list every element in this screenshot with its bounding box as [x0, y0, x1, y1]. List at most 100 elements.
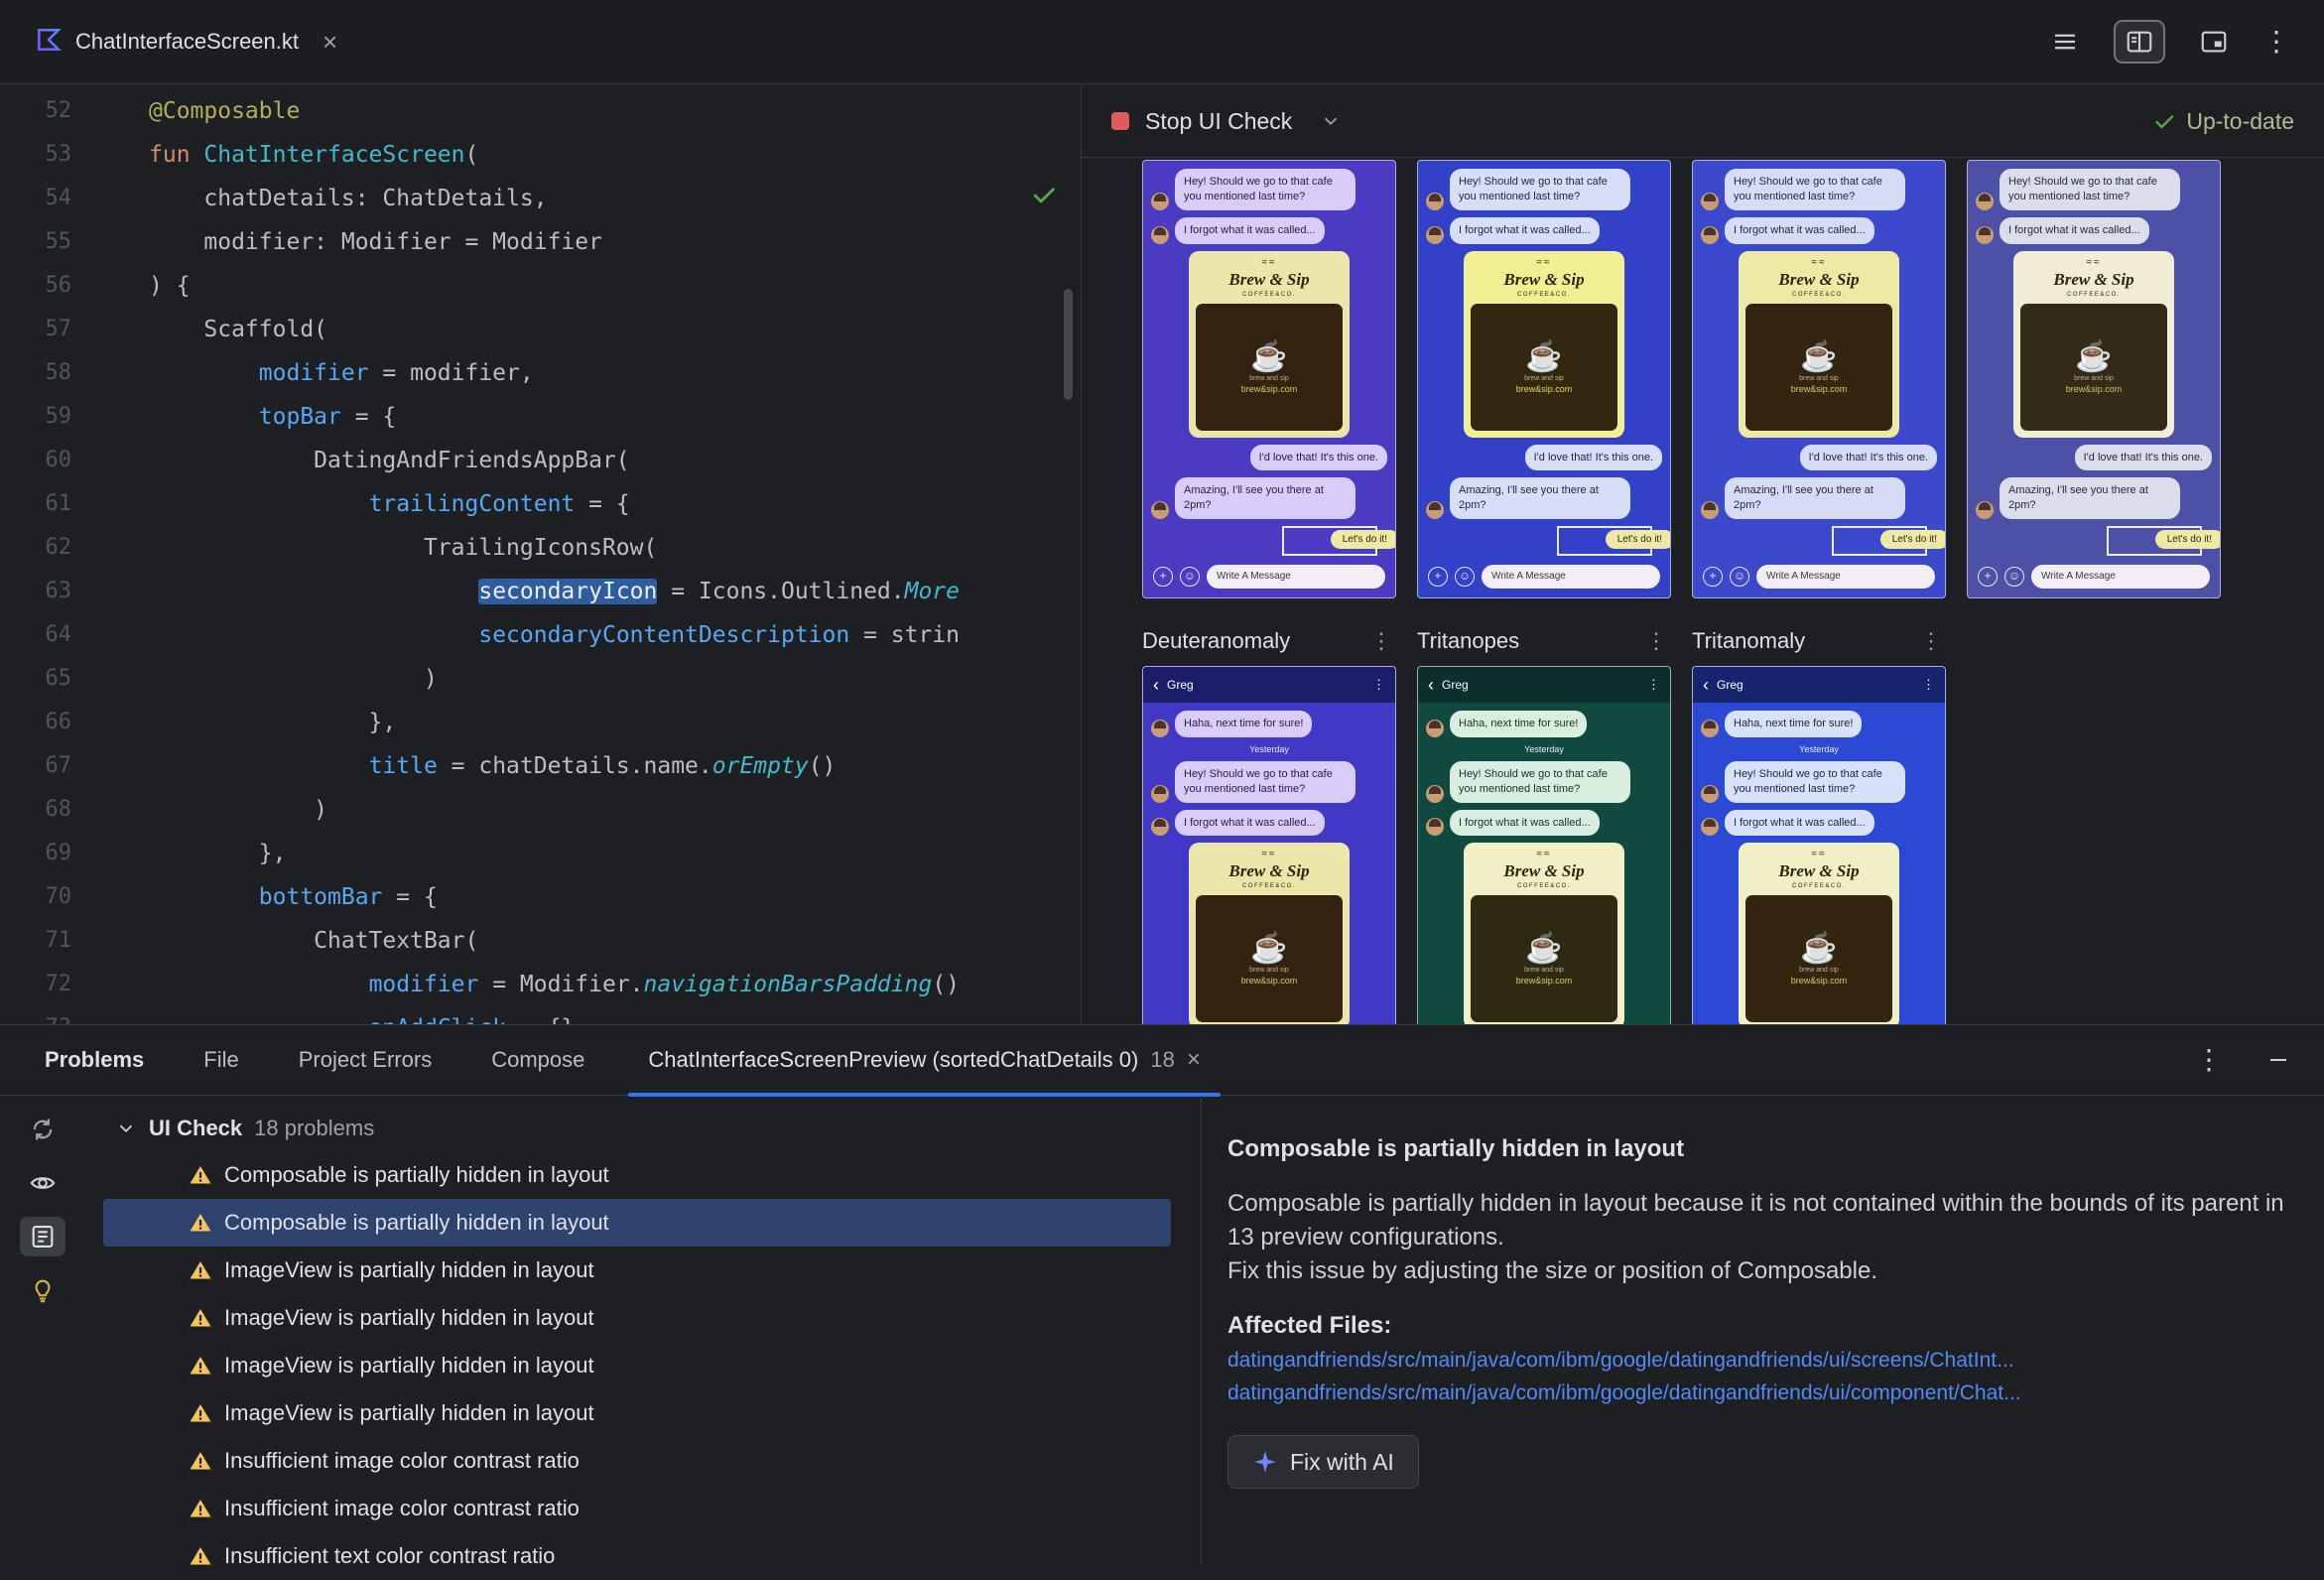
chat-message: I forgot what it was called...	[1701, 216, 1937, 244]
variant-menu-icon[interactable]: ⋮	[1370, 628, 1396, 654]
code-line[interactable]: topBar = {	[149, 395, 1075, 439]
chat-message: Hey! Should we go to that cafe you menti…	[1976, 169, 2212, 210]
message-input-field: Write A Message	[1207, 565, 1385, 590]
code-line[interactable]: Scaffold(	[149, 308, 1075, 351]
tab-close-icon[interactable]: ×	[1187, 1046, 1201, 1074]
stop-ui-check-button[interactable]: Stop UI Check	[1145, 108, 1292, 135]
preview-variant-name: Deuteranomaly	[1142, 628, 1291, 653]
card-caption: brew and sip	[1799, 374, 1839, 382]
tab-file[interactable]: File	[203, 1025, 238, 1095]
avatar	[1426, 501, 1444, 520]
problems-panel-title[interactable]: Problems	[45, 1047, 144, 1073]
code-line[interactable]: DatingAndFriendsAppBar(	[149, 439, 1075, 482]
code-line[interactable]: @Composable	[149, 89, 1075, 133]
quick-reply-chip: Let's do it!	[1605, 530, 1670, 550]
quick-reply-chip: Let's do it!	[1879, 530, 1945, 550]
code-editor[interactable]: 52 53 54 55 56 57 58 59 60 61 62 63 64 65 66 67 68 69 70 71…	[0, 85, 1081, 1024]
steam-decoration: ≈≈	[1261, 256, 1277, 268]
problem-item[interactable]: Composable is partially hidden in layout	[103, 1199, 1171, 1247]
problem-item[interactable]: ImageView is partially hidden in layout	[103, 1294, 1171, 1342]
preview-phone[interactable]: ‹ Greg ⋮ Haha, next time for sure! Yeste…	[1142, 666, 1396, 1024]
message-bubble: I forgot what it was called...	[1450, 216, 1600, 244]
problems-group-header[interactable]: UI Check 18 problems	[103, 1106, 1171, 1151]
card-brand: Brew & Sip	[1778, 269, 1860, 289]
code-line[interactable]: title = chatDetails.name.orEmpty()	[149, 744, 1075, 788]
tab-compose[interactable]: Compose	[491, 1025, 584, 1095]
problem-item[interactable]: ImageView is partially hidden in layout	[103, 1389, 1171, 1437]
message-input-bar: + ☺ Write A Message	[1976, 563, 2212, 591]
chat-message: Haha, next time for sure!	[1701, 711, 1937, 737]
warning-icon	[190, 1547, 211, 1565]
problem-item[interactable]: ImageView is partially hidden in layout	[103, 1247, 1171, 1294]
preview-grid[interactable]: Hey! Should we go to that cafe you menti…	[1082, 158, 2324, 1024]
preview-phone[interactable]: Hey! Should we go to that cafe you menti…	[1142, 160, 1396, 598]
preview-phone[interactable]: Hey! Should we go to that cafe you menti…	[1692, 160, 1946, 598]
minimize-icon[interactable]	[2266, 1048, 2290, 1072]
problem-item[interactable]: Insufficient text color contrast ratio	[103, 1532, 1171, 1580]
report-view-icon[interactable]	[19, 1217, 65, 1256]
preview-eye-icon[interactable]	[20, 1163, 65, 1203]
link-preview-card: ≈≈ Brew & Sip COFFEE&CO. ☕ brew and sip …	[1189, 843, 1350, 1024]
preview-phone[interactable]: ‹ Greg ⋮ Haha, next time for sure! Yeste…	[1417, 666, 1671, 1024]
code-line[interactable]: ) {	[149, 264, 1075, 308]
preview-phone[interactable]: ‹ Greg ⋮ Haha, next time for sure! Yeste…	[1692, 666, 1946, 1024]
quick-reply-chip: Let's do it!	[2154, 530, 2220, 550]
card-brand: Brew & Sip	[2053, 269, 2134, 289]
problem-item[interactable]: Insufficient image color contrast ratio	[103, 1437, 1171, 1485]
code-line[interactable]: chatDetails: ChatDetails,	[149, 177, 1075, 220]
inspections-ok-icon[interactable]	[1030, 181, 1058, 213]
chat-message: Amazing, I'll see you there at 2pm?	[1151, 477, 1387, 520]
code-line[interactable]: secondaryIcon = Icons.Outlined.More	[149, 570, 1075, 613]
code-line[interactable]: modifier: Modifier = Modifier	[149, 220, 1075, 264]
code-line[interactable]: modifier = Modifier.navigationBarsPaddin…	[149, 963, 1075, 1006]
lightbulb-icon[interactable]	[20, 1270, 65, 1310]
affected-file-link[interactable]: datingandfriends/src/main/java/com/ibm/g…	[1227, 1349, 2294, 1373]
code-line[interactable]: },	[149, 832, 1075, 875]
variant-menu-icon[interactable]: ⋮	[1920, 628, 1946, 654]
tab-preview-active[interactable]: ChatInterfaceScreenPreview (sortedChatDe…	[628, 1025, 1221, 1097]
tab-project-errors[interactable]: Project Errors	[299, 1025, 432, 1095]
chevron-down-icon[interactable]	[1320, 110, 1342, 132]
tab-close-icon[interactable]: ×	[323, 27, 337, 58]
collapse-chevron-icon[interactable]	[115, 1118, 137, 1139]
code-line[interactable]: secondaryContentDescription = strin	[149, 613, 1075, 657]
code-line[interactable]: TrailingIconsRow(	[149, 526, 1075, 570]
editor-tab[interactable]: ChatInterfaceScreen.kt ×	[26, 0, 347, 83]
open-in-window-icon[interactable]	[2199, 27, 2229, 57]
editor-layout-list-icon[interactable]	[2050, 27, 2080, 57]
code-line[interactable]: bottomBar = {	[149, 875, 1075, 919]
problem-item[interactable]: Composable is partially hidden in layout	[103, 1151, 1171, 1199]
avatar	[1976, 192, 1994, 210]
refresh-icon[interactable]	[20, 1110, 65, 1149]
code-line[interactable]: ChatTextBar(	[149, 919, 1075, 963]
code-line[interactable]: )	[149, 657, 1075, 701]
message-bubble: Hey! Should we go to that cafe you menti…	[1725, 760, 1905, 803]
editor-code[interactable]: @Composable fun ChatInterfaceScreen( chat…	[149, 89, 1075, 1024]
affected-file-link[interactable]: datingandfriends/src/main/java/com/ibm/g…	[1227, 1382, 2294, 1405]
preview-variant-name: Tritanomaly	[1692, 628, 1806, 653]
problem-item-label: Composable is partially hidden in layout	[224, 1162, 609, 1187]
more-options-icon[interactable]: ⋮	[2262, 28, 2290, 56]
preview-phone[interactable]: Hey! Should we go to that cafe you menti…	[1967, 160, 2221, 598]
code-line[interactable]: },	[149, 701, 1075, 744]
group-title: UI Check	[149, 1116, 243, 1140]
split-editor-icon[interactable]	[2114, 20, 2165, 64]
code-line[interactable]: modifier = modifier,	[149, 351, 1075, 395]
preview-variant-label-row: Tritanomaly ⋮	[1692, 624, 1946, 658]
fix-with-ai-button[interactable]: Fix with AI	[1227, 1435, 1419, 1490]
problem-item[interactable]: ImageView is partially hidden in layout	[103, 1342, 1171, 1389]
link-preview-card: ≈≈ Brew & Sip COFFEE&CO. ☕ brew and sip …	[1189, 250, 1350, 438]
warning-icon	[190, 1261, 211, 1279]
editor-scrollbar[interactable]	[1064, 289, 1073, 400]
code-line[interactable]: fun ChatInterfaceScreen(	[149, 133, 1075, 177]
message-bubble: Haha, next time for sure!	[1175, 711, 1313, 737]
preview-phone[interactable]: Hey! Should we go to that cafe you menti…	[1417, 160, 1671, 598]
warning-icon	[190, 1452, 211, 1470]
panel-options-icon[interactable]: ⋮	[2195, 1046, 2223, 1074]
code-line[interactable]: trailingContent = {	[149, 482, 1075, 526]
variant-menu-icon[interactable]: ⋮	[1645, 628, 1671, 654]
problem-item[interactable]: Insufficient image color contrast ratio	[103, 1485, 1171, 1532]
code-line[interactable]: onAddClick = {}	[149, 1006, 1075, 1024]
message-bubble: Hey! Should we go to that cafe you menti…	[1450, 169, 1630, 210]
code-line[interactable]: )	[149, 788, 1075, 832]
